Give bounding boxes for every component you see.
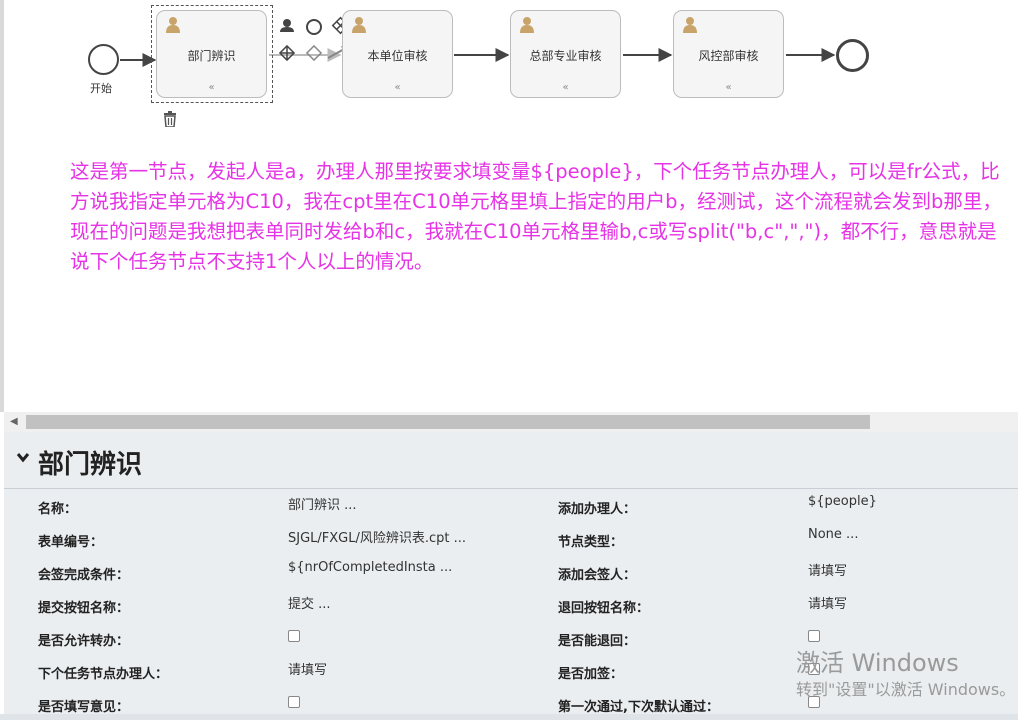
prop-label: 节点类型： <box>558 535 624 550</box>
task-hq-review[interactable]: 总部专业审核 « <box>510 10 621 98</box>
scrollbar-thumb[interactable] <box>26 415 870 429</box>
diagram-canvas[interactable]: 开始 部门辨识 « 本单位审核 « 总部专业审核 « 风控部审核 « 这是第一节… <box>0 0 1018 412</box>
prop-label: 表单编号： <box>38 535 104 550</box>
prop-label: 是否填写意见： <box>38 700 130 715</box>
task-label: 风控部审核 <box>698 49 759 63</box>
horizontal-scrollbar[interactable]: ◀ <box>4 412 1018 432</box>
fill-opinion-checkbox[interactable] <box>288 696 300 708</box>
prop-value-submit-button-name[interactable]: 提交 ... <box>288 593 331 612</box>
prop-label: 名称： <box>38 502 78 517</box>
prop-label: 是否允许转办： <box>38 634 130 649</box>
prop-value-add-countersigner[interactable]: 请填写 <box>808 560 847 579</box>
trash-icon[interactable] <box>162 111 178 127</box>
prop-label: 是否能退回： <box>558 634 637 649</box>
scroll-left-arrow-icon[interactable]: ◀ <box>10 416 18 427</box>
diamond-icon[interactable] <box>305 44 323 62</box>
user-icon <box>352 17 366 33</box>
task-label: 本单位审核 <box>367 49 428 63</box>
user-icon <box>166 17 180 33</box>
prop-value-return-button-name[interactable]: 请填写 <box>808 593 847 612</box>
properties-header[interactable]: 部门辨识 <box>4 432 1018 489</box>
prop-label: 提交按钮名称： <box>38 601 130 616</box>
bottom-strip <box>0 714 1018 720</box>
user-icon <box>520 17 534 33</box>
task-risk-control-review[interactable]: 风控部审核 « <box>673 10 784 98</box>
prop-value-name[interactable]: 部门辨识 ... <box>288 494 357 513</box>
prop-label: 添加办理人： <box>558 502 637 517</box>
end-event-icon[interactable] <box>306 19 322 35</box>
prop-row: 会签完成条件： ${nrOfCompletedInsta ... 添加会签人： … <box>4 558 1018 591</box>
end-event[interactable] <box>836 39 869 72</box>
allow-transfer-checkbox[interactable] <box>288 630 300 642</box>
task-marker-icon: « <box>208 82 215 93</box>
prop-label: 退回按钮名称： <box>558 601 650 616</box>
prop-row: 表单编号： SJGL/FXGL/风险辨识表.cpt ... 节点类型： None… <box>4 525 1018 558</box>
start-event-label: 开始 <box>90 82 112 95</box>
prop-value-next-assignee[interactable]: 请填写 <box>288 659 327 678</box>
prop-label: 下个任务节点办理人： <box>38 667 169 682</box>
prop-label: 添加会签人： <box>558 568 637 583</box>
task-unit-review[interactable]: 本单位审核 « <box>342 10 453 98</box>
user-task-icon[interactable] <box>280 19 294 32</box>
windows-activation-watermark: 激活 Windows <box>796 649 959 677</box>
start-event[interactable] <box>88 44 119 75</box>
task-marker-icon: « <box>725 82 732 93</box>
task-label: 部门辨识 <box>187 49 236 63</box>
parallel-gateway-icon[interactable] <box>278 44 296 62</box>
prop-label: 是否加签： <box>558 667 624 682</box>
annotation-text: 这是第一节点，发起人是a，办理人那里按要求填变量${people}，下个任务节点… <box>70 160 1002 273</box>
prop-label: 第一次通过,下次默认通过： <box>558 700 719 715</box>
chevron-down-icon[interactable] <box>16 450 30 464</box>
prop-value-form-id[interactable]: SJGL/FXGL/风险辨识表.cpt ... <box>288 527 466 546</box>
task-marker-icon: « <box>562 82 569 93</box>
prop-value-countersign-condition[interactable]: ${nrOfCompletedInsta ... <box>288 560 452 575</box>
windows-activation-subtext: 转到"设置"以激活 Windows。 <box>796 680 1016 699</box>
task-department-identify[interactable]: 部门辨识 « <box>156 10 267 98</box>
prop-row: 提交按钮名称： 提交 ... 退回按钮名称： 请填写 <box>4 591 1018 624</box>
task-label: 总部专业审核 <box>529 49 602 63</box>
user-icon <box>683 17 697 33</box>
prop-label: 会签完成条件： <box>38 568 130 583</box>
allow-return-checkbox[interactable] <box>808 630 820 642</box>
prop-value-assignee[interactable]: ${people} <box>808 494 877 509</box>
properties-title: 部门辨识 <box>38 450 143 480</box>
prop-row: 名称： 部门辨识 ... 添加办理人： ${people} <box>4 492 1018 525</box>
task-marker-icon: « <box>394 82 401 93</box>
prop-value-node-type[interactable]: None ... <box>808 527 858 542</box>
